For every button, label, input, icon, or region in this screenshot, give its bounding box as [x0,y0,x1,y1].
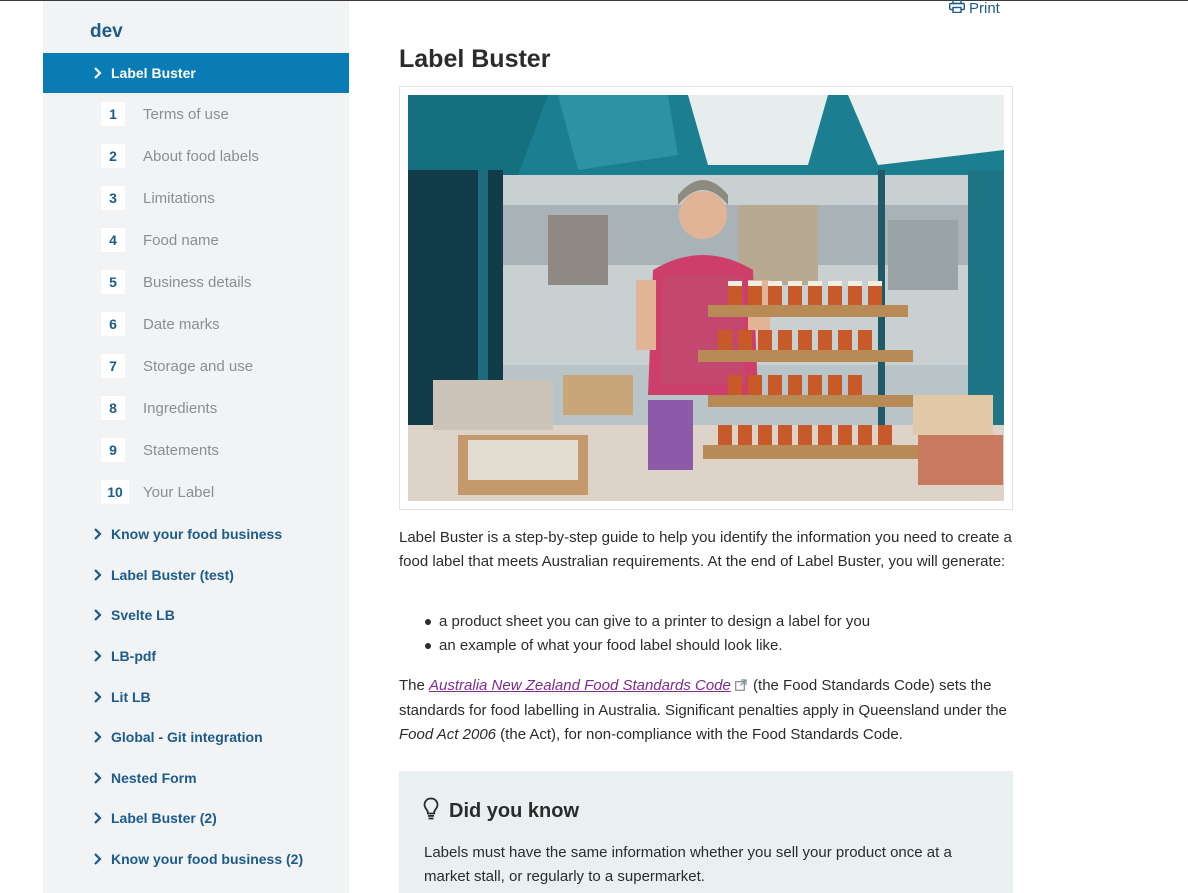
step-number: 4 [101,228,125,252]
sidebar-group-label: Global - Git integration [111,729,263,746]
step-item[interactable]: 1 Terms of use [43,94,349,136]
step-label: Storage and use [143,358,254,375]
sidebar-nav: dev Label Buster 1 Terms of use 2 About fo… [43,1,349,893]
step-number: 9 [101,438,125,462]
sidebar-item-label: Label Buster [111,65,196,81]
chevron-right-icon [91,730,105,744]
did-you-know-callout: Did you know Labels must have the same i… [399,771,1013,893]
external-link-icon [734,675,747,699]
chevron-right-icon [91,66,105,80]
step-label: Limitations [143,190,215,207]
chevron-right-icon [91,852,105,866]
sidebar-group-item[interactable]: Global - Git integration [43,717,349,758]
step-number: 6 [101,312,125,336]
group-list: Know your food business Label Buster (te… [43,514,349,879]
chevron-right-icon [91,649,105,663]
step-number: 7 [101,354,125,378]
chevron-right-icon [91,811,105,825]
step-label: Food name [143,232,219,249]
lightbulb-icon [423,797,439,826]
text-fragment: The [399,677,430,694]
chevron-right-icon [91,527,105,541]
step-item[interactable]: 10 Your Label [43,472,349,514]
sidebar-group-item[interactable]: LB-pdf [43,636,349,677]
sidebar-group-label: Know your food business [111,526,283,543]
sidebar-group-label: Nested Form [111,769,197,786]
step-number: 2 [101,144,125,168]
print-label: Print [969,0,1000,17]
intro-paragraph: Label Buster is a step-by-step guide to … [399,529,1012,570]
step-item[interactable]: 2 About food labels [43,136,349,178]
step-label: Ingredients [143,400,218,417]
step-number: 3 [101,186,125,210]
sidebar-group-label: Label Buster (test) [111,566,234,583]
step-number: 10 [101,480,129,504]
page-title: Label Buster [399,45,551,73]
step-number: 1 [101,102,125,126]
sidebar-group-label: Label Buster (2) [111,810,217,827]
sidebar-item-label-buster[interactable]: Label Buster [43,53,349,93]
step-item[interactable]: 5 Business details [43,262,349,304]
print-button[interactable]: Print [948,0,1000,17]
callout-body: Labels must have the same information wh… [424,844,952,885]
hero-image-frame [399,86,1013,510]
list-item: a product sheet you can give to a printe… [425,610,1013,634]
step-list: 1 Terms of use 2 About food labels 3 Limita… [43,94,349,514]
printer-icon [948,0,966,17]
sidebar-title: dev [90,21,123,42]
sidebar-group-label: Svelte LB [111,607,175,624]
step-item[interactable]: 9 Statements [43,430,349,472]
callout-header: Did you know [423,797,579,826]
bullet-list: a product sheet you can give to a printe… [425,610,1013,658]
sidebar-group-item[interactable]: Lit LB [43,676,349,717]
step-number: 8 [101,396,125,420]
hero-image-market-stall [408,95,1004,501]
chevron-right-icon [91,608,105,622]
step-label: Your Label [143,484,215,501]
chevron-right-icon [91,568,105,582]
step-item[interactable]: 8 Ingredients [43,388,349,430]
callout-title: Did you know [449,800,579,822]
step-label: Business details [143,274,252,291]
step-item[interactable]: 4 Food name [43,220,349,262]
step-label: Statements [143,442,219,459]
sidebar-group-label: Know your food business (2) [111,851,304,868]
step-item[interactable]: 6 Date marks [43,304,349,346]
list-item: an example of what your food label shoul… [425,634,1013,658]
sidebar-group-item[interactable]: Nested Form [43,758,349,799]
chevron-right-icon [91,771,105,785]
chevron-right-icon [91,690,105,704]
sidebar-group-item[interactable]: Label Buster (test) [43,555,349,596]
text-fragment: (the Act), for non-compliance with the F… [496,726,903,743]
step-item[interactable]: 3 Limitations [43,178,349,220]
step-number: 5 [101,270,125,294]
standards-paragraph: The Australia New Zealand Food Standards… [399,674,1013,747]
step-label: Terms of use [143,106,229,123]
sidebar-group-item[interactable]: Svelte LB [43,595,349,636]
step-label: About food labels [143,148,259,165]
step-label: Date marks [143,316,220,333]
sidebar-group-item[interactable]: Know your food business [43,514,349,555]
sidebar-group-label: Lit LB [111,688,151,705]
sidebar-group-item[interactable]: Know your food business (2) [43,839,349,880]
sidebar-group-item[interactable]: Label Buster (2) [43,798,349,839]
step-item[interactable]: 7 Storage and use [43,346,349,388]
sidebar-group-label: LB-pdf [111,648,157,665]
act-name: Food Act 2006 [399,726,497,743]
food-standards-code-link[interactable]: Australia New Zealand Food Standards Cod… [429,677,731,694]
